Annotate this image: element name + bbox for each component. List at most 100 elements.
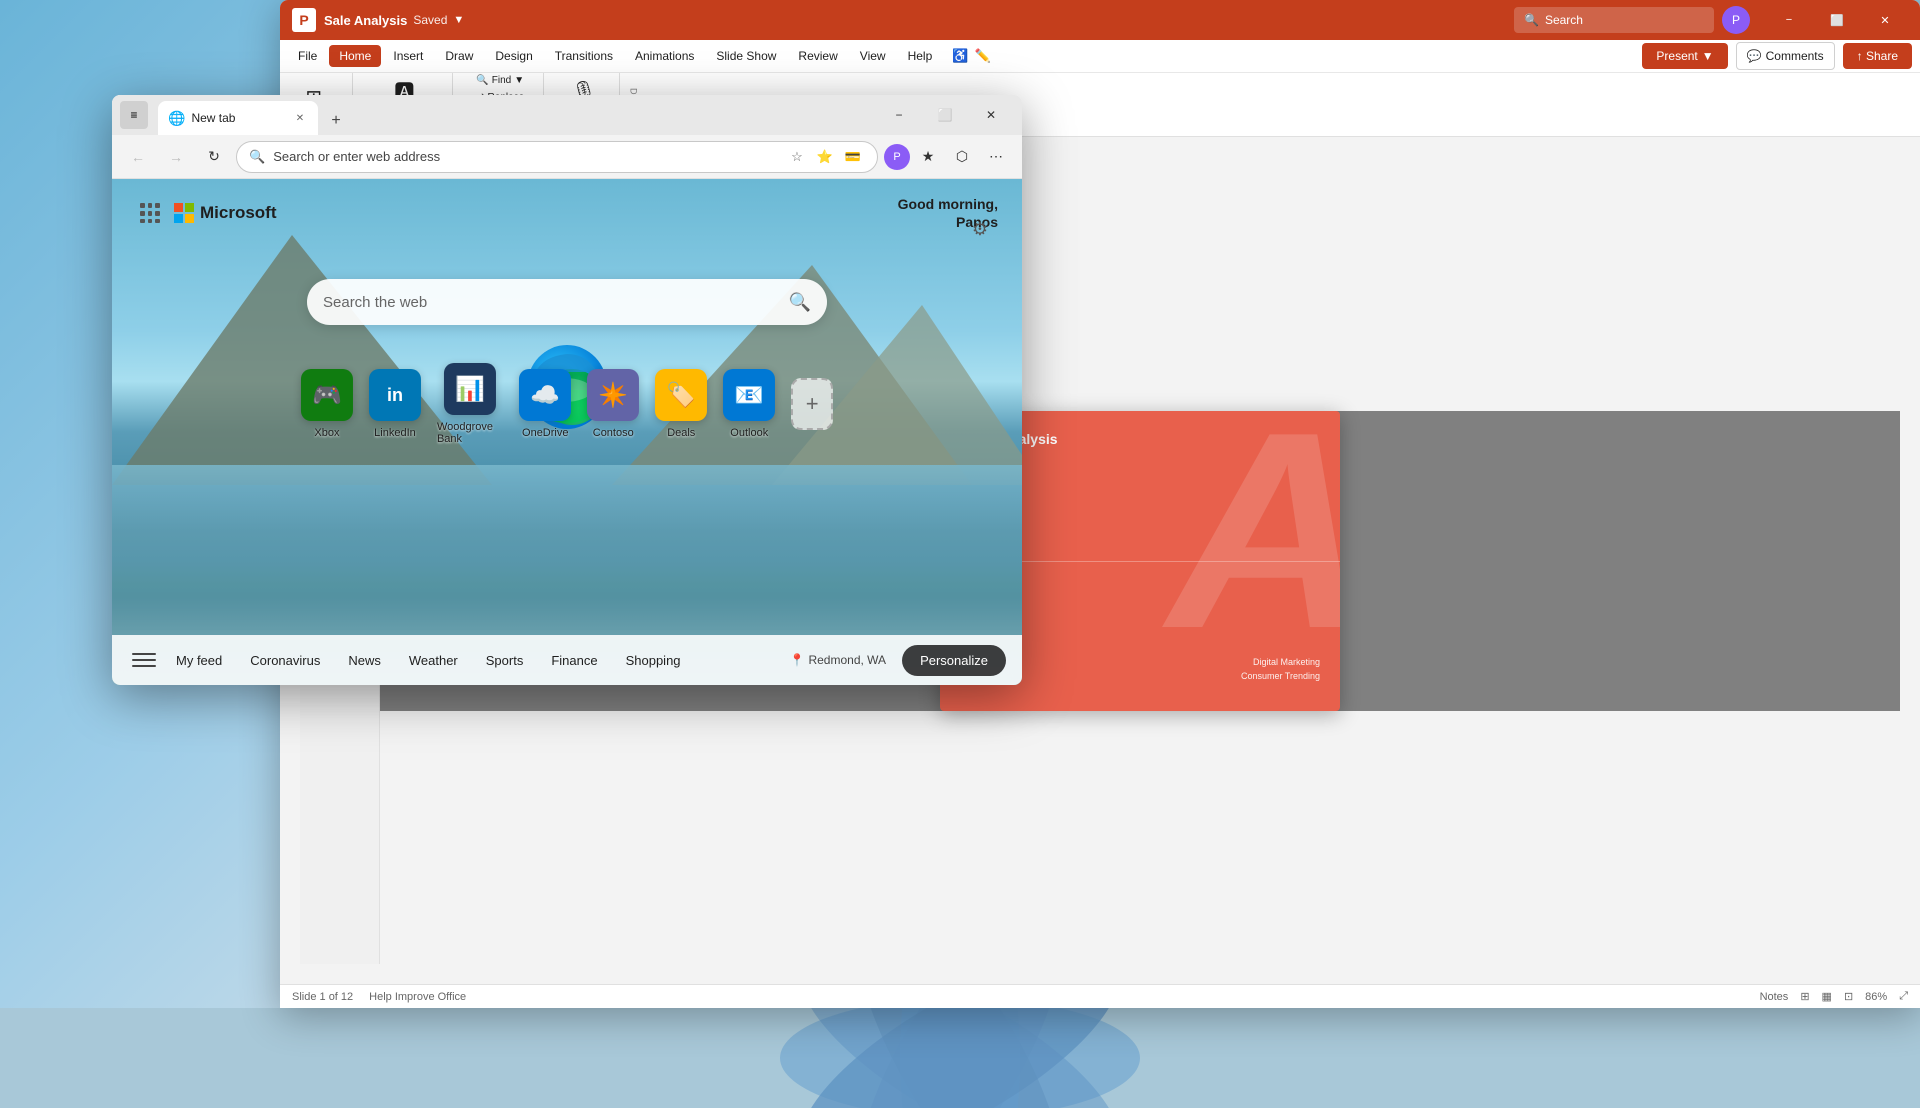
quicklink-outlook[interactable]: 📧 Outlook	[723, 369, 775, 439]
edge-search-submit-icon[interactable]: 🔍	[789, 292, 811, 313]
ms-logo-red	[174, 203, 183, 212]
news-item-sports[interactable]: Sports	[474, 647, 536, 674]
location-pin-icon: 📍	[790, 653, 805, 667]
grid-dot-5	[148, 211, 153, 216]
edge-favorites-button[interactable]: ★	[912, 141, 944, 173]
edge-add-quicklink-button[interactable]: +	[791, 378, 833, 430]
ppt-search-bar[interactable]: 🔍 Search	[1514, 7, 1714, 33]
edge-news-menu-button[interactable]	[128, 644, 160, 676]
view-slide-icon[interactable]: ▦	[1822, 990, 1832, 1003]
quicklink-xbox[interactable]: 🎮 Xbox	[301, 369, 353, 439]
news-item-finance[interactable]: Finance	[539, 647, 609, 674]
edge-address-text: Search or enter web address	[273, 149, 777, 164]
ppt-restore-button[interactable]: ⬜	[1814, 5, 1860, 35]
grid-dot-7	[140, 219, 145, 224]
ppt-title-chevron[interactable]: ▼	[453, 14, 464, 26]
edge-personalize-button[interactable]: Personalize	[902, 645, 1006, 676]
edge-more-button[interactable]: ⋯	[980, 141, 1012, 173]
quicklink-xbox-icon: 🎮	[301, 369, 353, 421]
edge-profile-avatar[interactable]: P	[884, 144, 910, 170]
share-button[interactable]: ↑ Share	[1843, 43, 1912, 69]
edge-new-tab-button[interactable]: +	[322, 107, 350, 135]
menu-view[interactable]: View	[850, 45, 896, 67]
ppt-close-button[interactable]: ✕	[1862, 5, 1908, 35]
quicklink-linkedin-label: LinkedIn	[374, 427, 416, 439]
edge-quicklinks: 🎮 Xbox in LinkedIn 📊 Woodgrove Bank ☁️ O…	[301, 363, 833, 445]
notes-button[interactable]: Notes	[1760, 991, 1789, 1003]
edge-refresh-button[interactable]: ↻	[198, 141, 230, 173]
news-item-news[interactable]: News	[336, 647, 393, 674]
edge-restore-button[interactable]: ⬜	[922, 99, 968, 131]
edge-search-box[interactable]: Search the web 🔍	[307, 279, 827, 325]
edge-tab-list: 🌐 New tab ✕ +	[158, 95, 350, 135]
quicklink-deals[interactable]: 🏷️ Deals	[655, 369, 707, 439]
edge-close-button[interactable]: ✕	[968, 99, 1014, 131]
edge-forward-button[interactable]: →	[160, 141, 192, 173]
menu-file[interactable]: File	[288, 45, 327, 67]
search-icon: 🔍	[1524, 13, 1539, 27]
fit-slide-icon[interactable]: ⤢	[1899, 990, 1908, 1003]
quicklink-xbox-label: Xbox	[314, 427, 339, 439]
grid-dot-2	[148, 203, 153, 208]
quicklink-woodgrove-icon: 📊	[444, 363, 496, 415]
edge-location-display: 📍 Redmond, WA	[790, 653, 887, 667]
edge-tab-label: New tab	[191, 111, 286, 125]
edge-collections-button[interactable]: ⬡	[946, 141, 978, 173]
grid-dot-3	[155, 203, 160, 208]
edge-sidebar-toggle[interactable]: ≡	[120, 101, 148, 129]
ppt-user-avatar[interactable]: P	[1722, 6, 1750, 34]
view-normal-icon[interactable]: ⊞	[1800, 990, 1809, 1003]
edge-collections-icon[interactable]: ⭐	[813, 145, 837, 169]
accessibility-icon[interactable]: ♿	[952, 48, 968, 64]
microsoft-logo-area: Microsoft	[136, 199, 277, 227]
ms-apps-grid-icon[interactable]	[136, 199, 164, 227]
edge-minimize-button[interactable]: −	[876, 99, 922, 131]
news-item-shopping[interactable]: Shopping	[614, 647, 693, 674]
present-button[interactable]: Present ▼	[1642, 43, 1727, 69]
menu-insert[interactable]: Insert	[383, 45, 433, 67]
ms-logo-grid	[174, 203, 194, 223]
ms-logo-green	[185, 203, 194, 212]
menu-slideshow[interactable]: Slide Show	[706, 45, 786, 67]
edge-tab-close-button[interactable]: ✕	[292, 110, 308, 126]
edge-settings-button[interactable]: ⚙	[962, 211, 998, 247]
edge-back-button[interactable]: ←	[122, 141, 154, 173]
menu-draw[interactable]: Draw	[435, 45, 483, 67]
menu-transitions[interactable]: Transitions	[545, 45, 623, 67]
news-item-coronavirus[interactable]: Coronavirus	[238, 647, 332, 674]
news-item-weather[interactable]: Weather	[397, 647, 470, 674]
menu-help[interactable]: Help	[898, 45, 943, 67]
find-button[interactable]: 🔍 Find ▼	[470, 73, 530, 88]
edge-newsbar: My feed Coronavirus News Weather Sports …	[112, 635, 1022, 685]
ppt-minimize-button[interactable]: −	[1766, 5, 1812, 35]
hamburger-line-2	[132, 659, 156, 661]
quicklink-contoso[interactable]: ✴️ Contoso	[587, 369, 639, 439]
comments-button[interactable]: 💬 Comments	[1736, 42, 1835, 70]
grid-dot-4	[140, 211, 145, 216]
pen-icon[interactable]: ✏️	[974, 48, 990, 64]
menu-home[interactable]: Home	[329, 45, 381, 67]
menu-design[interactable]: Design	[485, 45, 542, 67]
edge-search-container: Search the web 🔍	[307, 279, 827, 325]
personalize-label: Personalize	[920, 653, 988, 668]
location-text: Redmond, WA	[808, 653, 886, 667]
slide-count-info: Slide 1 of 12	[292, 991, 353, 1003]
edge-tab-newtab[interactable]: 🌐 New tab ✕	[158, 101, 318, 135]
hamburger-line-1	[132, 653, 156, 655]
edge-favorites-icon[interactable]: ☆	[785, 145, 809, 169]
ms-brand-name: Microsoft	[200, 203, 277, 223]
quicklink-woodgrove[interactable]: 📊 Woodgrove Bank	[437, 363, 503, 445]
news-item-myfeed[interactable]: My feed	[164, 647, 234, 674]
edge-wallet-icon[interactable]: 💳	[841, 145, 865, 169]
view-presenter-icon[interactable]: ⊡	[1844, 990, 1853, 1003]
quicklink-onedrive[interactable]: ☁️ OneDrive	[519, 369, 571, 439]
ppt-titlebar: P Sale Analysis Saved ▼ 🔍 Search P − ⬜ ✕	[280, 0, 1920, 40]
quicklink-deals-label: Deals	[667, 427, 695, 439]
ppt-statusbar-right: Notes ⊞ ▦ ⊡ 86% ⤢	[1760, 990, 1908, 1003]
menu-review[interactable]: Review	[788, 45, 847, 67]
find-icon: 🔍	[476, 75, 488, 86]
quicklink-linkedin[interactable]: in LinkedIn	[369, 369, 421, 439]
edge-lock-icon: 🔍	[249, 149, 265, 165]
edge-address-bar[interactable]: 🔍 Search or enter web address ☆ ⭐ 💳	[236, 141, 878, 173]
menu-animations[interactable]: Animations	[625, 45, 704, 67]
